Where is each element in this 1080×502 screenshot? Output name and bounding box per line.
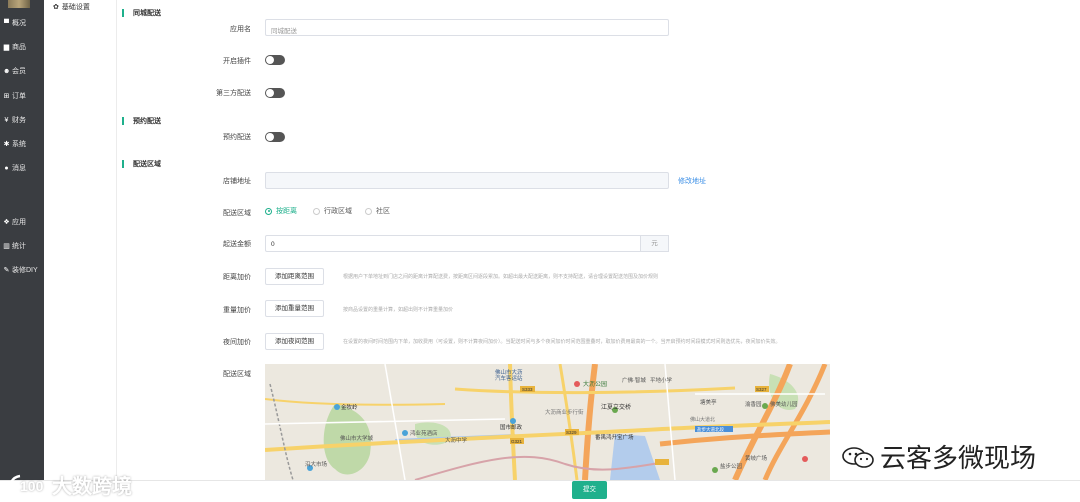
section-marker xyxy=(122,117,124,125)
sidebar-item-finance[interactable]: ¥ 财务 xyxy=(3,115,26,125)
svg-text:番禺鸿升宝广场: 番禺鸿升宝广场 xyxy=(595,433,634,441)
store-address-input xyxy=(265,172,669,189)
barchart-icon: ▥ xyxy=(3,243,10,250)
svg-text:盐步公园: 盐步公园 xyxy=(720,462,743,470)
monitor-icon: ▀ xyxy=(4,19,9,27)
svg-text:鸿业苑酒店: 鸿业苑酒店 xyxy=(410,429,438,437)
sidebar-item-orders[interactable]: ⊞ 订单 xyxy=(3,91,26,101)
third-party-toggle[interactable] xyxy=(265,88,285,98)
submit-button[interactable]: 提交 xyxy=(572,481,607,499)
add-weight-range-button[interactable]: 添加重量范围 xyxy=(265,300,324,317)
svg-text:佛山大道北: 佛山大道北 xyxy=(690,416,715,423)
watermark-logo-icon: 100 xyxy=(8,474,44,494)
radio-unselected xyxy=(313,207,320,215)
svg-text:金牧岭: 金牧岭 xyxy=(341,403,358,411)
sidebar-item-messages[interactable]: ● 消息 xyxy=(3,163,26,173)
svg-text:S327: S327 xyxy=(756,387,767,392)
chat-icon: ● xyxy=(4,164,9,172)
users-icon: ☻ xyxy=(3,67,11,75)
sidebar-item-goods[interactable]: ▆ 商品 xyxy=(3,42,26,52)
edit-address-link[interactable]: 修改地址 xyxy=(678,176,706,186)
svg-text:国市邮政: 国市邮政 xyxy=(500,423,523,431)
third-party-label: 第三方配送 xyxy=(216,90,251,97)
sidebar-item-members[interactable]: ☻ 会员 xyxy=(3,66,26,76)
app-name-input[interactable]: 同城配送 xyxy=(265,19,669,36)
section-marker xyxy=(122,9,124,17)
app-name-label: 应用名 xyxy=(230,26,251,33)
svg-text:G321: G321 xyxy=(511,439,523,444)
section-marker xyxy=(122,160,124,168)
weight-hint: 按商品设置的重量计算，如超出则不计算重量加价 xyxy=(343,307,454,313)
section-title-city-delivery: 同城配送 xyxy=(122,8,161,18)
svg-text:佛山市大学城: 佛山市大学城 xyxy=(340,434,374,442)
section-title-delivery-area: 配送区域 xyxy=(122,159,161,169)
svg-text:大沥商业步行街: 大沥商业步行街 xyxy=(545,408,584,416)
subnav-item-basic-settings[interactable]: ✿ 基础设置 xyxy=(53,2,90,12)
weight-surcharge-label: 重量加价 xyxy=(223,307,251,314)
map-area-label: 配送区域 xyxy=(223,371,251,378)
watermark-right: 云客多微现场 xyxy=(842,438,1036,475)
reserve-toggle[interactable] xyxy=(265,132,285,142)
store-address-label: 店铺地址 xyxy=(223,178,251,185)
watermark-left: 100 大数跨境 xyxy=(6,470,132,499)
svg-text:S333: S333 xyxy=(522,387,533,392)
sidebar-item-diy[interactable]: ✎ 装修DIY xyxy=(3,265,38,275)
radio-selected xyxy=(265,207,272,215)
delivery-area-label: 配送区域 xyxy=(223,210,251,217)
area-option-distance[interactable]: 按距离 xyxy=(265,206,297,216)
delivery-area-map[interactable]: 佛山市大沥 汽车客运站 大沥公园 广佛·智城 平地小学 江夏立交桥 金牧岭 国市… xyxy=(265,364,830,480)
plugin-label: 开启插件 xyxy=(223,58,251,65)
brush-icon: ✎ xyxy=(3,267,10,274)
gears-icon: ✱ xyxy=(3,141,10,148)
section-title-reserve-delivery: 预约配送 xyxy=(122,116,161,126)
svg-text:大沥中学: 大沥中学 xyxy=(445,436,468,444)
night-hint: 在设置的夜间时间范围内下单，加收费用（可设置，则不计算夜间加价）。当配送时间与多… xyxy=(343,339,781,345)
form-footer xyxy=(0,480,1080,502)
yen-icon: ¥ xyxy=(4,116,9,124)
distance-surcharge-label: 距离加价 xyxy=(223,274,251,281)
svg-text:江夏立交桥: 江夏立交桥 xyxy=(601,403,631,411)
settings-form: 同城配送 应用名 同城配送 开启插件 第三方配送 预约配送 预约配送 配送区域 … xyxy=(117,0,1080,480)
svg-text:沿大市场: 沿大市场 xyxy=(305,460,328,468)
min-amount-unit: 元 xyxy=(641,235,669,252)
night-surcharge-label: 夜间加价 xyxy=(223,339,251,346)
svg-text:佛美幼儿园: 佛美幼儿园 xyxy=(770,400,798,408)
map-canvas[interactable]: 佛山市大沥 汽车客运站 大沥公园 广佛·智城 平地小学 江夏立交桥 金牧岭 国市… xyxy=(265,364,830,480)
sidebar-item-stats[interactable]: ▥ 统计 xyxy=(3,241,26,251)
svg-text:汽车客运站: 汽车客运站 xyxy=(495,374,523,382)
svg-text:100: 100 xyxy=(20,478,44,494)
add-night-range-button[interactable]: 添加夜间范围 xyxy=(265,333,324,350)
add-distance-range-button[interactable]: 添加距离范围 xyxy=(265,268,324,285)
sidebar-item-apps[interactable]: ❖ 应用 xyxy=(3,217,26,227)
svg-text:塘美亭: 塘美亭 xyxy=(700,398,717,406)
main-sidebar: ▀ 概况 ▆ 商品 ☻ 会员 ⊞ 订单 ¥ 财务 ✱ 系统 ● 消息 ❖ 应用 ▥ 统计 ✎ 装修D… xyxy=(0,0,44,502)
area-option-community[interactable]: 社区 xyxy=(365,206,390,216)
min-amount-input[interactable]: 0 xyxy=(265,235,641,252)
radio-unselected xyxy=(365,207,372,215)
brand-logo xyxy=(8,0,30,8)
apps-icon: ❖ xyxy=(3,219,10,226)
reserve-label: 预约配送 xyxy=(223,134,251,141)
svg-text:大沥公园: 大沥公园 xyxy=(583,380,607,388)
cart-icon: ⊞ xyxy=(3,93,10,100)
sidebar-item-overview[interactable]: ▀ 概况 xyxy=(3,18,26,28)
svg-text:平地小学: 平地小学 xyxy=(650,376,673,384)
svg-text:渝香园: 渝香园 xyxy=(745,400,762,408)
distance-hint: 根据用户下单地址到门店之间的距离计算配送费，按距离区间逐段累加。如超出最大配送距… xyxy=(343,274,659,280)
sub-sidebar: ✿ 基础设置 xyxy=(44,0,117,502)
sidebar-item-system[interactable]: ✱ 系统 xyxy=(3,139,26,149)
box-icon: ▆ xyxy=(3,44,10,51)
wechat-icon xyxy=(842,446,874,468)
svg-text:黄岐广场: 黄岐广场 xyxy=(745,454,768,462)
area-option-admin[interactable]: 行政区域 xyxy=(313,206,352,216)
svg-text:S329: S329 xyxy=(566,430,577,435)
svg-text:盐步大道北段: 盐步大道北段 xyxy=(697,426,724,433)
svg-text:佛山市大沥: 佛山市大沥 xyxy=(495,368,523,376)
plugin-toggle[interactable] xyxy=(265,55,285,65)
svg-text:广佛·智城: 广佛·智城 xyxy=(622,376,646,384)
gear-icon: ✿ xyxy=(53,4,59,11)
min-amount-label: 起送金额 xyxy=(223,241,251,248)
